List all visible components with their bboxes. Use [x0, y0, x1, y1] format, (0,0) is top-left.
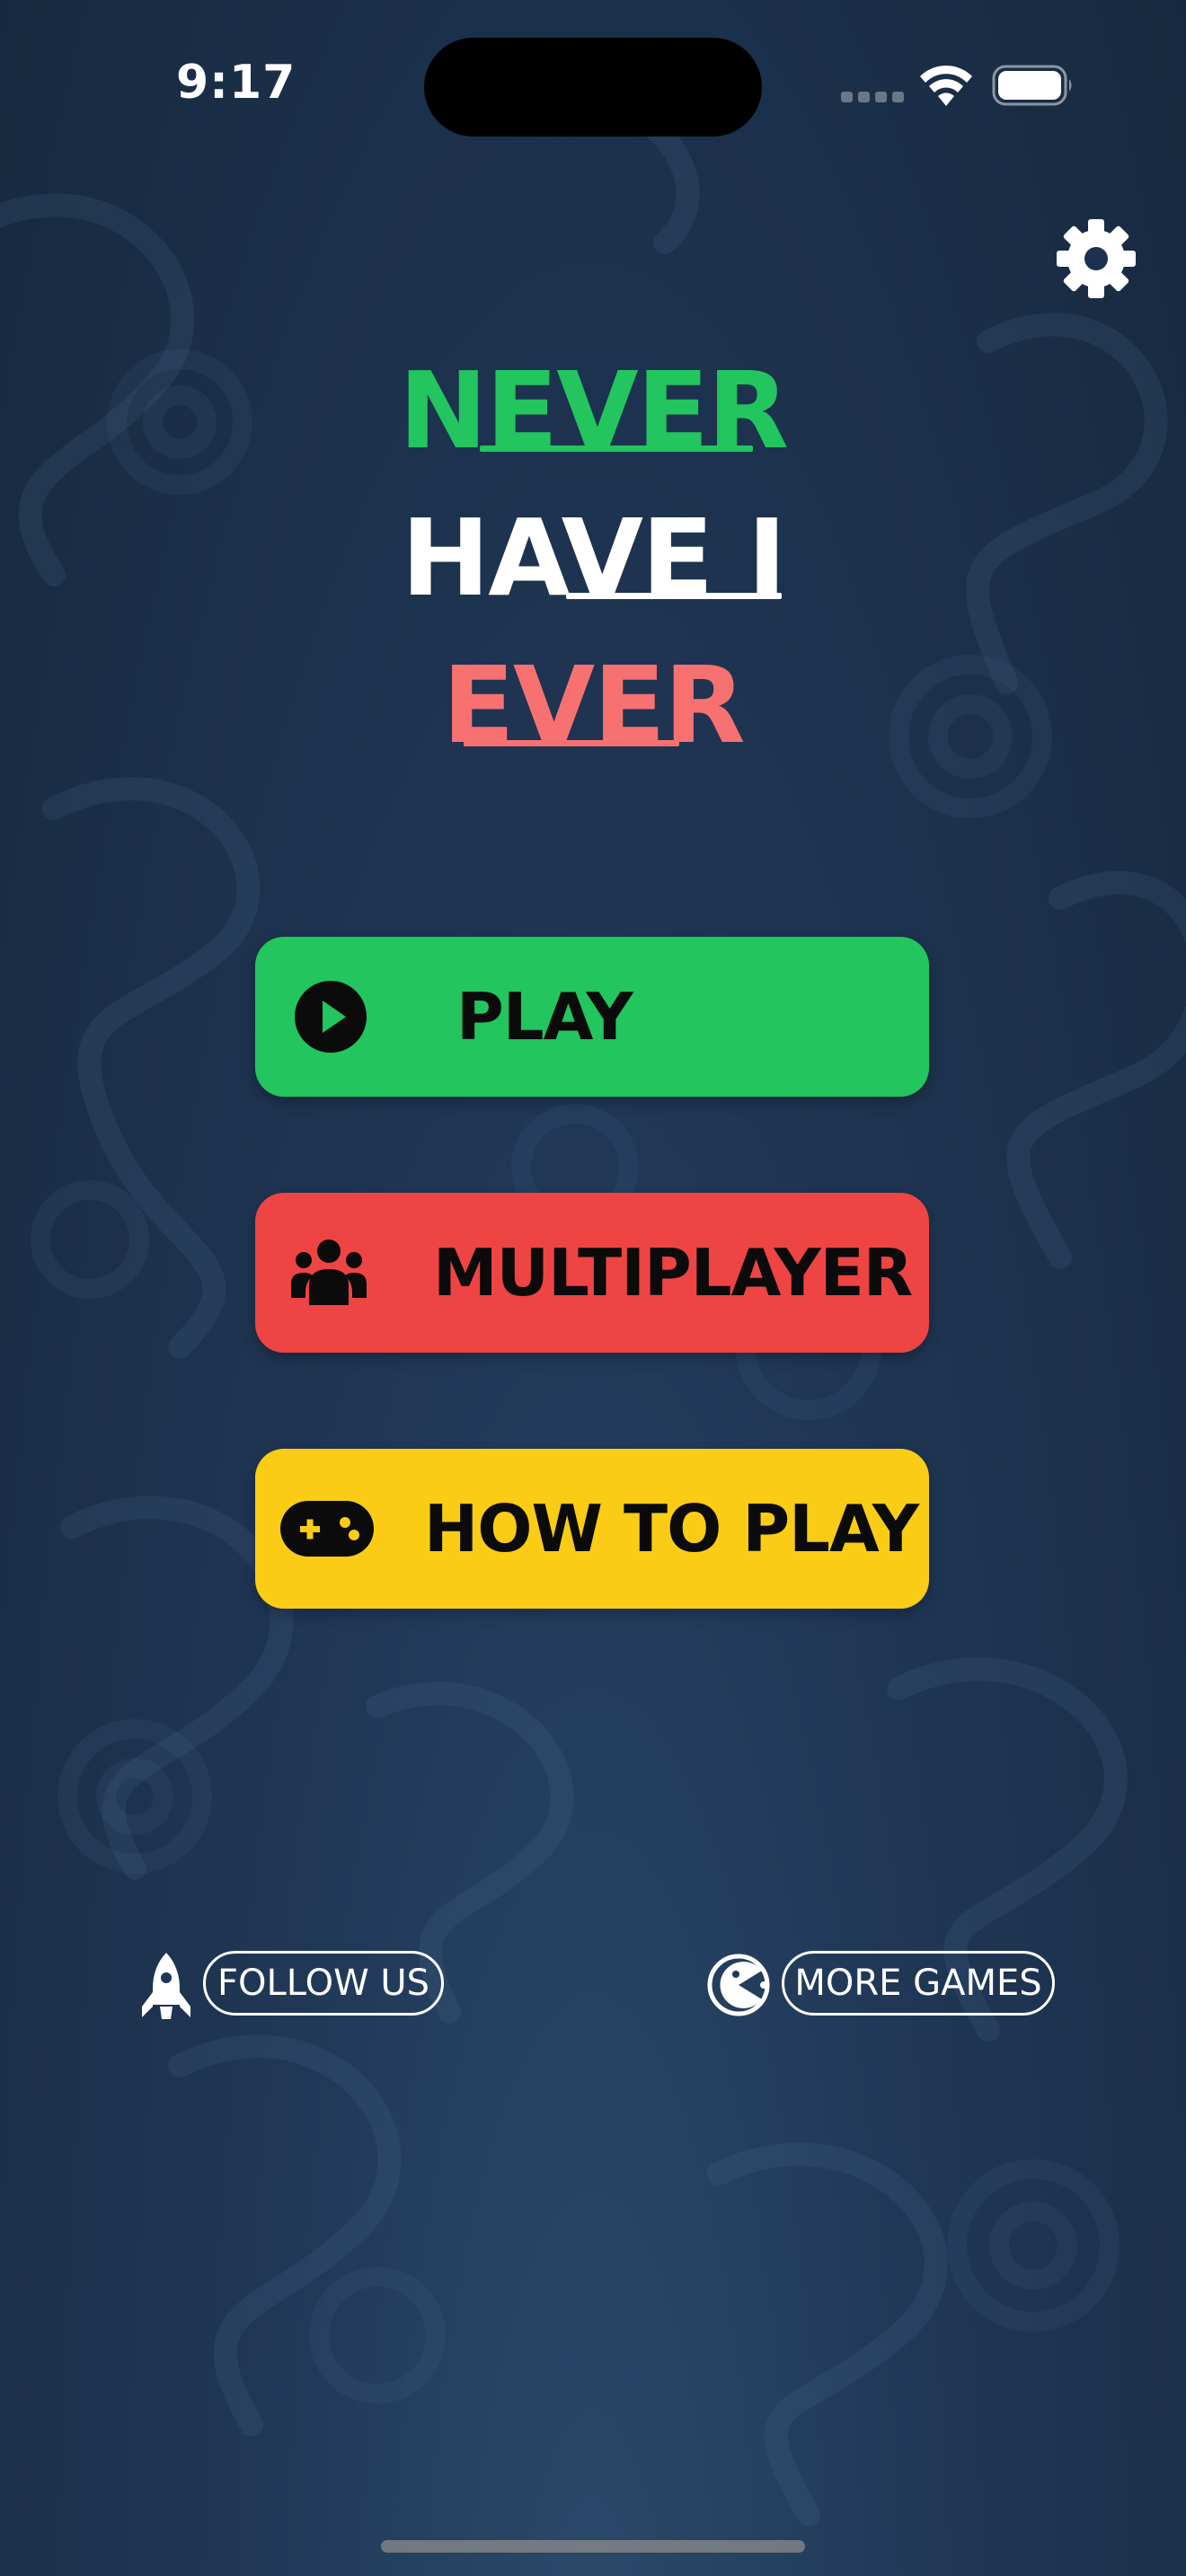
how-to-play-button[interactable]: HOW TO PLAY [255, 1449, 929, 1609]
play-button[interactable]: PLAY [255, 937, 929, 1097]
wifi-icon [920, 65, 972, 106]
rocket-icon [142, 1953, 190, 2019]
more-games-button[interactable]: MORE GAMES [706, 1949, 1055, 2021]
home-indicator [381, 2540, 805, 2553]
multiplayer-button-label: MULTIPLAYER [433, 1235, 913, 1310]
users-icon [291, 1239, 367, 1305]
follow-us-label: FOLLOW US [203, 1951, 444, 2016]
settings-button[interactable] [1051, 214, 1141, 304]
title-underline-have-i [566, 593, 782, 599]
title-underline-never [480, 446, 753, 452]
play-circle-icon [295, 981, 367, 1053]
title-underline-ever [464, 740, 679, 746]
how-to-play-button-label: HOW TO PLAY [424, 1491, 919, 1566]
gamepad-icon [280, 1501, 374, 1557]
pacman-icon [707, 1954, 770, 2016]
dynamic-island [424, 38, 762, 137]
status-time: 9:17 [176, 56, 296, 110]
home-screen: 9:17 NEVER HAVE I EVER PLAY MULTIPLAYER … [0, 0, 1186, 2576]
multiplayer-button[interactable]: MULTIPLAYER [255, 1193, 929, 1353]
follow-us-button[interactable]: FOLLOW US [138, 1949, 444, 2021]
gear-icon [1057, 219, 1136, 298]
cellular-signal-icon [841, 92, 904, 102]
more-games-label: MORE GAMES [782, 1951, 1055, 2016]
battery-icon [992, 65, 1072, 106]
play-button-label: PLAY [456, 979, 633, 1054]
